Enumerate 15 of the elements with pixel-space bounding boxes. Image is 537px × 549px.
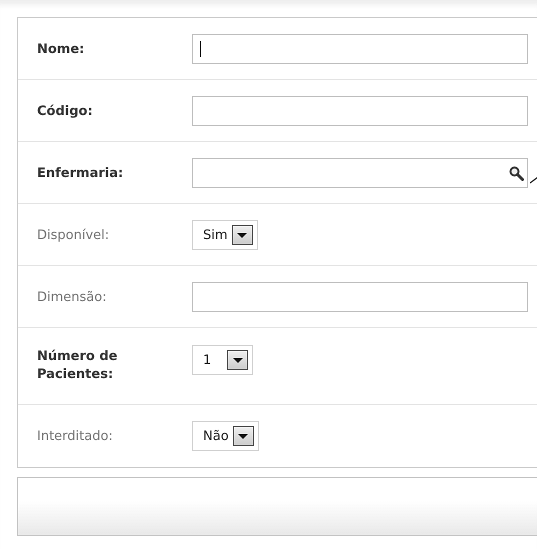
field-label: Número de Pacientes: — [36, 348, 118, 384]
search-icon[interactable] — [509, 166, 524, 181]
field-label: Nome: — [36, 41, 86, 59]
dropdown[interactable]: 1 — [192, 345, 253, 375]
input-field[interactable] — [192, 96, 528, 126]
field-label: Dimensão: — [36, 289, 108, 307]
input-field[interactable] — [192, 282, 528, 312]
dropdown[interactable]: Não — [192, 421, 259, 451]
dropdown[interactable]: Sim — [192, 220, 258, 250]
field-label: Enfermaria: — [36, 165, 124, 183]
field-label: Código: — [36, 103, 94, 121]
field-label: Interditado: — [36, 428, 114, 446]
input-field[interactable] — [192, 158, 528, 188]
input-field[interactable] — [192, 34, 528, 64]
field-label: Disponível: — [36, 227, 110, 245]
